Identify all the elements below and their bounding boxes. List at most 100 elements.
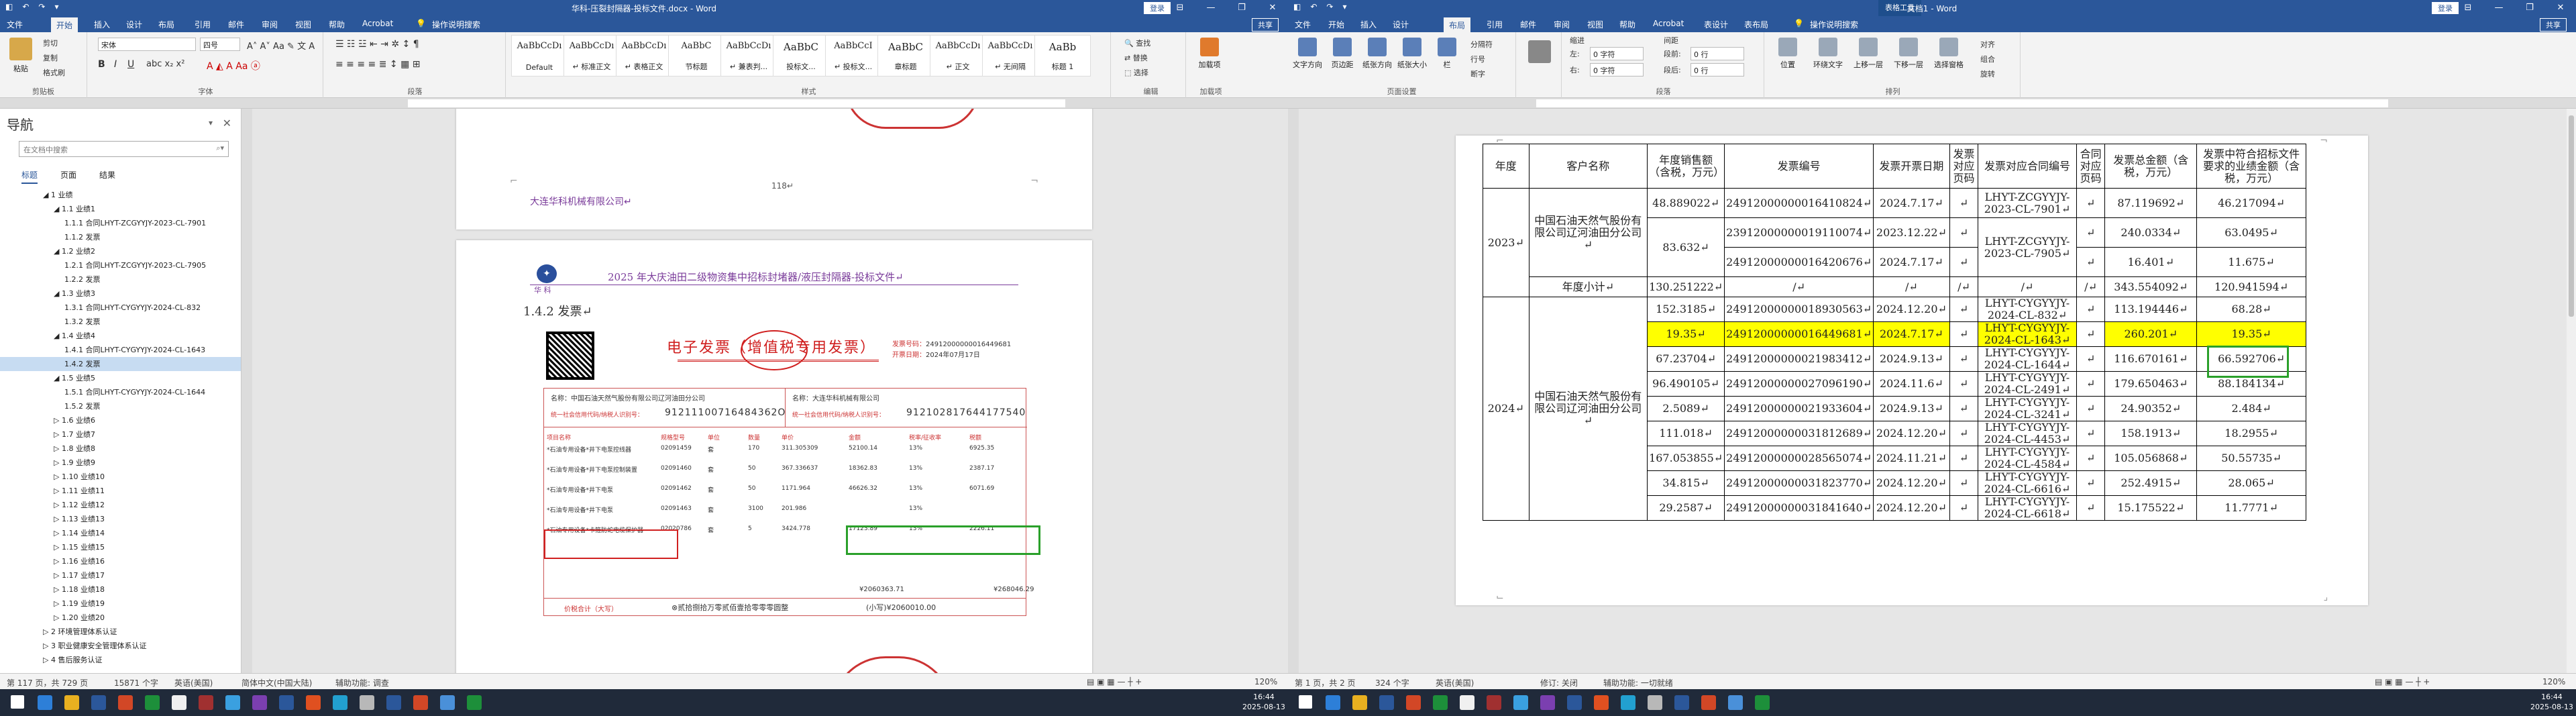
subtotal-cell[interactable]: 343.554092↵ [2104,276,2198,297]
table-cell[interactable]: 179.650463↵ [2104,371,2198,397]
ribbon-options-icon[interactable]: ⊟ [2453,0,2483,16]
table-cell[interactable]: 19.35↵ [2196,321,2306,347]
style-item[interactable]: AaBbC 投标文... [773,35,829,76]
table-cell[interactable]: 29.2587↵ [1647,495,1725,521]
tab-acrobat[interactable]: Acrobat [1653,19,1684,28]
table-cell[interactable]: ↵ [2076,321,2106,347]
bullets-icon[interactable]: ☰ ☷ ☳ ⇤ ⇥ ✲ ↕ ¶ [335,39,419,50]
share-button[interactable]: 共享 [1252,18,1279,32]
copy-button[interactable]: 复制 [43,52,58,63]
subtotal-cell[interactable]: 120.941594↵ [2196,276,2306,297]
nav-outline-item[interactable]: ◢ 1.3 业绩3 [0,287,241,301]
page-setup-button[interactable]: 页边距 [1326,34,1359,70]
tab-design[interactable]: 设计 [1393,19,1409,30]
table-cell[interactable]: 46.217094↵ [2196,188,2306,218]
table-cell[interactable]: LHYT-CYGYYJY-2024-CL-1643↵ [1978,321,2077,347]
tab-review[interactable]: 审阅 [1554,19,1570,30]
view-icons[interactable]: ▤ ▣ ▦ — ┼ + [1087,677,1142,686]
table-cell[interactable]: 24.90352↵ [2104,396,2198,421]
status-page[interactable]: 第 117 页，共 729 页 [7,677,88,688]
table-cell[interactable]: 24912000000031841640↵ [1724,495,1874,521]
app-icon[interactable] [333,695,347,710]
page-setup-button[interactable]: 纸张大小 [1395,34,1429,70]
app-icon[interactable] [360,695,374,710]
nav-outline-item[interactable]: ▷ 1.15 业绩15 [0,540,241,554]
app-icon[interactable] [1674,695,1689,710]
app-icon[interactable] [199,695,213,710]
app-icon[interactable] [1487,695,1501,710]
table-cell[interactable]: 2024.9.13↵ [1873,346,1950,372]
table-cell[interactable]: 105.056868↵ [2104,446,2198,471]
table-cell[interactable]: ↵ [2076,396,2106,421]
tab-home[interactable]: 开始 [51,17,78,32]
app-icon[interactable] [64,695,79,710]
table-cell[interactable]: 2024.12.20↵ [1873,421,1950,446]
strike-icon[interactable]: abc x₂ x² [146,59,184,69]
status-access[interactable]: 辅助功能: 调查 [335,677,389,688]
nav-outline-item[interactable]: 1.4.2 发票 [0,357,241,371]
table-cell[interactable]: LHYT-CYGYYJY-2024-CL-3241↵ [1978,396,2077,421]
subtotal-cell[interactable]: /↵ [1873,276,1950,297]
table-cell[interactable]: 2.5089↵ [1647,396,1725,421]
table-cell[interactable]: ↵ [2076,446,2106,471]
nav-outline-item[interactable]: 1.5.1 合同LHYT-CYGYYJY-2024-CL-1644 [0,385,241,399]
table-header-cell[interactable]: 发票开票日期 [1873,144,1950,189]
group-button[interactable]: 组合 [1980,54,1995,64]
status-zoom[interactable]: 120% [2542,677,2565,686]
style-item[interactable]: AaBbC 章标题 [877,35,934,76]
table-cell[interactable]: ↵ [2076,470,2106,496]
table-header-cell[interactable]: 发票编号 [1724,144,1874,189]
tab-references[interactable]: 引用 [1487,19,1503,30]
customer-cell[interactable]: 中国石油天然气股份有限公司辽河油田分公司↵ [1528,188,1648,277]
restore-icon[interactable]: ❐ [2514,0,2545,16]
tab-insert[interactable]: 插入 [94,19,110,30]
nav-outline-item[interactable]: ▷ 1.13 业绩13 [0,512,241,526]
line-numbers-button[interactable]: 行号 [1470,54,1485,64]
format-painter-button[interactable]: 格式刷 [43,67,65,78]
table-cell[interactable]: 24912000000016420676↵ [1724,247,1874,277]
app-icon[interactable] [1379,695,1394,710]
view-icons[interactable]: ▤ ▣ ▦ — ┼ + [2375,677,2430,686]
nav-outline-item[interactable]: ▷ 1.16 业绩16 [0,554,241,568]
app-icon[interactable] [1460,695,1474,710]
nav-outline-item[interactable]: ◢ 1.4 业绩4 [0,329,241,343]
table-cell[interactable]: 260.201↵ [2104,321,2198,347]
table-cell[interactable]: 11.7771↵ [2196,495,2306,521]
tell-me-box[interactable]: 操作说明搜索 [432,19,480,30]
table-cell[interactable]: 2024.12.20↵ [1873,495,1950,521]
style-item[interactable]: AaBbCcDı ↵ 兼表判... [720,35,777,76]
table-cell[interactable]: ↵ [2076,371,2106,397]
table-cell[interactable]: 24912000000028565074↵ [1724,446,1874,471]
nav-outline-item[interactable]: ◢ 1.2 业绩2 [0,244,241,258]
table-cell[interactable]: 15.175522↵ [2104,495,2198,521]
indent-right-input[interactable]: 0 字符 [1590,63,1644,76]
nav-close-icon[interactable]: ✕ [223,117,231,130]
manuscript-icon[interactable] [1528,40,1551,63]
subtotal-cell[interactable]: 年度小计↵ [1528,276,1648,297]
table-cell[interactable]: 18.2955↵ [2196,421,2306,446]
close-icon[interactable]: ✕ [1257,0,1288,16]
table-cell[interactable]: 240.0334↵ [2104,217,2198,248]
table-cell[interactable]: LHYT-ZCGYYJY-2023-CL-7901↵ [1978,188,2077,218]
font-size-combo[interactable]: 四号 [200,38,240,51]
style-item[interactable]: AaBb 标题 1 [1034,35,1091,76]
table-cell[interactable]: 2023.12.22↵ [1873,217,1950,248]
table-cell[interactable]: 2.484↵ [2196,396,2306,421]
spacing-before-input[interactable]: 0 行 [1690,47,1744,60]
table-header-cell[interactable]: 发票中符合招标文件要求的业绩金额（含税，万元） [2196,144,2306,189]
italic-button[interactable]: I [114,59,117,70]
table-cell[interactable]: 2024.12.20↵ [1873,470,1950,496]
app-icon[interactable] [1728,695,1743,710]
table-cell[interactable]: LHYT-CYGYYJY-2024-CL-832↵ [1978,297,2077,322]
arrange-button[interactable]: 环绕文字 [1809,34,1847,70]
year-cell[interactable]: 2024↵ [1483,297,1529,521]
table-cell[interactable]: 252.4915↵ [2104,470,2198,496]
status-lang[interactable]: 英语(美国) [1436,677,1474,688]
table-cell[interactable]: 2024.9.13↵ [1873,396,1950,421]
table-cell[interactable]: 2024.7.17↵ [1873,321,1950,347]
arrange-button[interactable]: 下移一层 [1889,34,1928,70]
page-setup-button[interactable]: 文字方向 [1291,34,1324,70]
nav-outline-item[interactable]: ▷ 1.11 业绩11 [0,484,241,498]
nav-outline-item[interactable]: ▷ 2 环境管理体系认证 [0,625,241,639]
table-cell[interactable]: 158.1913↵ [2104,421,2198,446]
